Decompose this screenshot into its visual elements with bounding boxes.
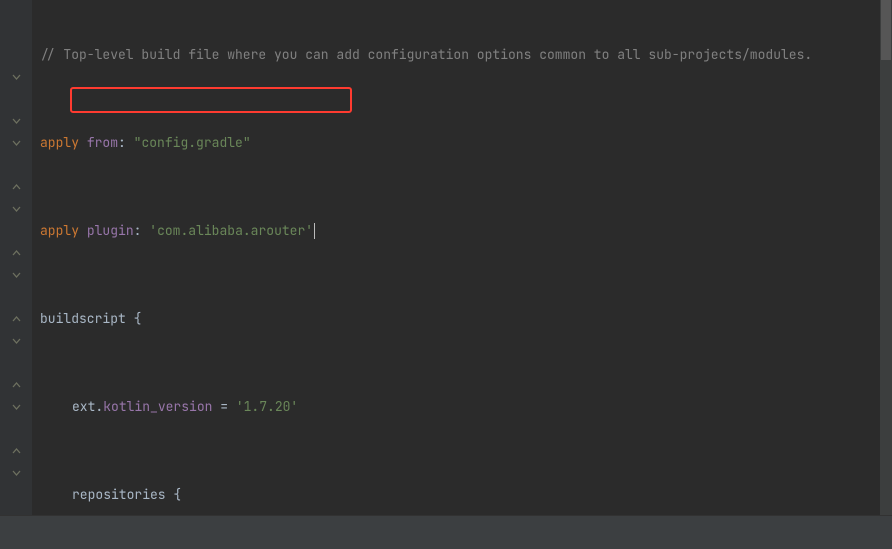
fold-open-icon[interactable] xyxy=(11,270,21,280)
code-area[interactable]: // Top-level build file where you can ad… xyxy=(32,0,892,515)
comment-text: // Top-level build file where you can ad… xyxy=(40,46,812,63)
code-editor[interactable]: // Top-level build file where you can ad… xyxy=(0,0,892,515)
highlight-annotation xyxy=(70,87,352,113)
fold-close-icon[interactable] xyxy=(11,182,21,192)
code-line[interactable]: apply from: "config.gradle" xyxy=(40,132,892,154)
fold-open-icon[interactable] xyxy=(11,72,21,82)
fold-close-icon[interactable] xyxy=(11,314,21,324)
fold-open-icon[interactable] xyxy=(11,336,21,346)
fold-open-icon[interactable] xyxy=(11,204,21,214)
fold-close-icon[interactable] xyxy=(11,446,21,456)
scrollbar-thumb[interactable] xyxy=(881,0,891,60)
code-line[interactable]: // Top-level build file where you can ad… xyxy=(40,44,892,66)
fold-open-icon[interactable] xyxy=(11,138,21,148)
code-line[interactable]: repositories { xyxy=(40,484,892,506)
vertical-scrollbar[interactable] xyxy=(880,0,892,515)
fold-open-icon[interactable] xyxy=(11,116,21,126)
fold-open-icon[interactable] xyxy=(11,468,21,478)
gutter xyxy=(0,0,32,515)
fold-close-icon[interactable] xyxy=(11,248,21,258)
fold-close-icon[interactable] xyxy=(11,380,21,390)
fold-open-icon[interactable] xyxy=(11,402,21,412)
code-line[interactable]: buildscript { xyxy=(40,308,892,330)
code-line[interactable]: ext.kotlin_version = '1.7.20' xyxy=(40,396,892,418)
code-line[interactable]: apply plugin: 'com.alibaba.arouter' xyxy=(40,220,892,242)
